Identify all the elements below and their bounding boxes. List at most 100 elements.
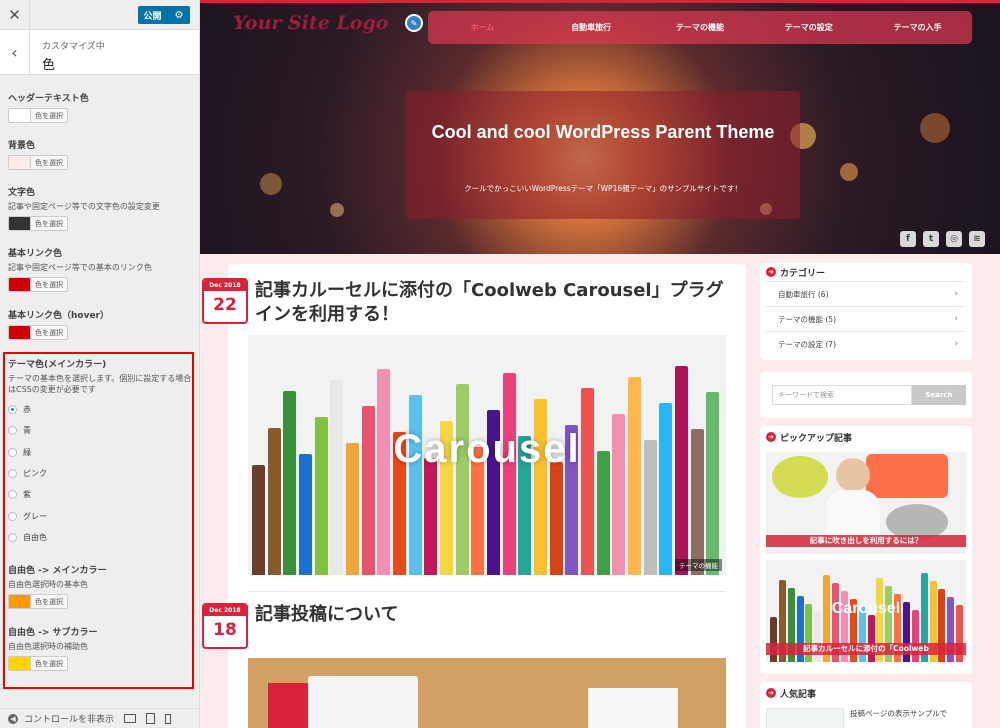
- notebook-shape: [268, 683, 308, 728]
- nav-item-get-theme[interactable]: テーマの入手: [863, 22, 972, 33]
- hide-controls-label[interactable]: コントロールを非表示: [24, 712, 114, 725]
- close-icon[interactable]: ✕: [0, 0, 30, 30]
- pencil-shape: [424, 458, 438, 575]
- radio-button[interactable]: [8, 490, 17, 500]
- site-logo[interactable]: Your Site Logo: [233, 12, 388, 34]
- control-theme-color: テーマ色(メインカラー) テーマの基本色を選択します。個別に設定する場合はCSS…: [8, 357, 194, 548]
- radio-button[interactable]: [8, 469, 17, 479]
- chevron-right-icon: ›: [954, 289, 958, 299]
- radio-option-pink[interactable]: ピンク: [8, 463, 194, 484]
- control-description: 自由色選択時の補助色: [8, 642, 88, 651]
- instagram-icon[interactable]: ◎: [946, 231, 962, 247]
- nav-item-theme-settings[interactable]: テーマの設定: [754, 22, 863, 33]
- rss-icon[interactable]: ≋: [969, 231, 985, 247]
- color-select-button[interactable]: 色を選択: [8, 277, 68, 292]
- popular-widget: ➔ 人気記事 投稿ページの表示サンプルで: [760, 682, 972, 728]
- search-widget: キーワードで検索 Search: [760, 372, 972, 418]
- widget-title: ➔ 人気記事: [760, 684, 972, 702]
- pencil-shape: [581, 388, 594, 575]
- popular-thumbnail[interactable]: [766, 708, 844, 728]
- post-title[interactable]: 記事カルーセルに添付の「Coolweb Carousel」プラグインを利用する！: [255, 279, 725, 327]
- chevron-right-icon: ›: [954, 314, 958, 324]
- category-item[interactable]: 自動車旅行 (6) ›: [766, 281, 966, 306]
- control-title: ヘッダーテキスト色: [8, 94, 89, 104]
- pencil-shape: [706, 392, 720, 575]
- radio-button[interactable]: [8, 532, 17, 542]
- pencil-shape: [299, 454, 312, 575]
- pickup-item[interactable]: Carousel 記事カルーセルに添付の「Coolweb: [766, 560, 966, 662]
- post-thumbnail[interactable]: [248, 658, 726, 728]
- color-swatch: [9, 156, 31, 169]
- post-thumbnail[interactable]: Carousel テーマの機能: [248, 335, 726, 575]
- popular-item-title[interactable]: 投稿ページの表示サンプルで: [850, 708, 947, 719]
- publish-button[interactable]: 公開: [138, 6, 168, 24]
- pencil-shape: [408, 395, 422, 575]
- twitter-icon[interactable]: t: [923, 231, 939, 247]
- nav-item-car-travel[interactable]: 自動車旅行: [537, 22, 646, 33]
- facebook-icon[interactable]: f: [900, 231, 916, 247]
- post-title[interactable]: 記事投稿について: [255, 603, 725, 627]
- color-select-button[interactable]: 色を選択: [8, 155, 68, 170]
- color-swatch: [9, 217, 31, 230]
- radio-option-gray[interactable]: グレー: [8, 505, 194, 526]
- radio-option-purple[interactable]: 紫: [8, 484, 194, 505]
- color-select-button[interactable]: 色を選択: [8, 325, 68, 340]
- pencil-shape: [330, 380, 344, 575]
- nav-item-theme-features[interactable]: テーマの機能: [646, 22, 755, 33]
- publish-button-group[interactable]: 公開 ⚙: [138, 6, 190, 24]
- radio-button[interactable]: [8, 426, 17, 436]
- radio-button[interactable]: [8, 405, 17, 415]
- radio-option-blue[interactable]: 青: [8, 420, 194, 441]
- color-select-button[interactable]: 色を選択: [8, 594, 68, 609]
- color-swatch: [9, 326, 31, 339]
- search-button[interactable]: Search: [912, 385, 966, 405]
- category-label[interactable]: テーマの機能: [675, 559, 722, 571]
- back-arrow-icon[interactable]: ‹: [0, 30, 30, 75]
- hero-title: Cool and cool WordPress Parent Theme: [431, 122, 775, 142]
- color-select-button[interactable]: 色を選択: [8, 656, 68, 671]
- search-input[interactable]: キーワードで検索: [772, 385, 912, 405]
- color-swatch: [9, 109, 31, 122]
- radio-option-green[interactable]: 緑: [8, 442, 194, 463]
- nav-item-home[interactable]: ホーム: [428, 22, 537, 33]
- radio-option-red[interactable]: 赤: [8, 399, 194, 420]
- theme-color-radio-group: 赤 青 緑 ピンク 紫 グレー 自由色: [8, 399, 194, 548]
- color-select-button[interactable]: 色を選択: [8, 108, 68, 123]
- control-header-text-color: ヘッダーテキスト色 色を選択: [8, 91, 194, 123]
- widget-title: ➔ カテゴリー: [760, 263, 972, 281]
- pickup-widget: ➔ ピックアップ記事 記事に吹き出しを利用するには？ Carousel 記事カルー…: [760, 426, 972, 674]
- radio-button[interactable]: [8, 447, 17, 457]
- arrow-right-icon: ➔: [766, 267, 776, 277]
- site-preview: Your Site Logo ✎ ホーム 自動車旅行 テーマの機能 テーマの設定…: [200, 0, 1000, 728]
- pencil-shape: [252, 465, 265, 575]
- radio-option-free[interactable]: 自由色: [8, 527, 194, 548]
- color-swatch: [9, 595, 31, 608]
- keyboard-shape: [308, 676, 418, 728]
- gear-icon[interactable]: ⚙: [168, 6, 190, 24]
- tablet-preview-icon[interactable]: [146, 713, 156, 724]
- control-title: 背景色: [8, 141, 36, 151]
- control-free-main-color: 自由色 -> メインカラー 自由色選択時の基本色 色を選択: [8, 563, 194, 609]
- color-swatch: [9, 657, 31, 670]
- pencil-shape: [455, 384, 469, 575]
- radio-button[interactable]: [8, 511, 17, 521]
- color-select-button[interactable]: 色を選択: [8, 216, 68, 231]
- section-subtitle: カスタマイズ中: [42, 42, 105, 52]
- edit-pencil-icon[interactable]: ✎: [405, 14, 423, 32]
- pencil-shape: [534, 399, 547, 575]
- category-item[interactable]: テーマの設定 (7) ›: [766, 331, 966, 356]
- speech-bubble-shape: [866, 454, 948, 498]
- collapse-icon[interactable]: ◀: [8, 713, 18, 724]
- pencil-shape: [377, 369, 391, 575]
- color-swatch: [9, 278, 31, 291]
- pencil-shape: [549, 462, 563, 575]
- pickup-caption: 記事カルーセルに添付の「Coolweb: [766, 643, 966, 655]
- mobile-preview-icon[interactable]: [165, 713, 172, 724]
- category-item[interactable]: テーマの機能 (5) ›: [766, 306, 966, 331]
- pickup-item[interactable]: 記事に吹き出しを利用するには？: [766, 452, 966, 554]
- categories-widget: ➔ カテゴリー 自動車旅行 (6) › テーマの機能 (5) › テーマの設定 (7)…: [760, 263, 972, 360]
- pencil-shape: [770, 617, 777, 662]
- desktop-preview-icon[interactable]: [124, 714, 137, 723]
- customizer-footer: ◀ コントロールを非表示: [0, 708, 199, 728]
- bokeh-light: [920, 113, 950, 143]
